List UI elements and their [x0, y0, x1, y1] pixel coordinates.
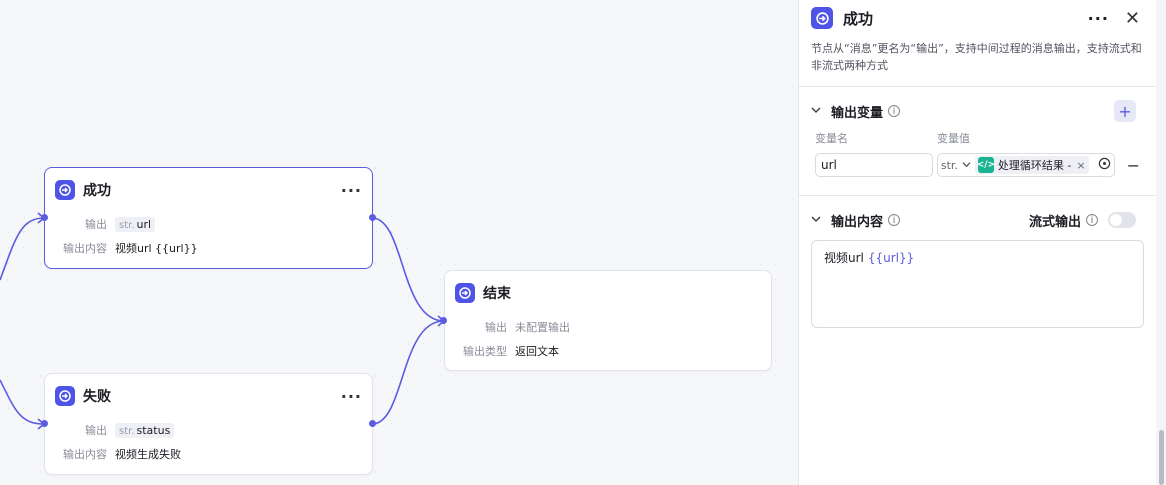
workflow-canvas[interactable]: 成功 ··· 输出 str. url 输出内容 视频url {{url}} 失败 …	[0, 0, 798, 485]
port-in-end[interactable]	[440, 317, 447, 324]
stream-output-toggle[interactable]	[1108, 212, 1136, 228]
variable-value-field[interactable]: str. </> 处理循环结果 - ×	[936, 153, 1115, 177]
close-icon[interactable]: ✕	[1125, 8, 1140, 29]
node-config-panel: 成功 ··· ✕ 节点从“消息”更名为“输出”，支持中间过程的消息输出，支持流式…	[798, 0, 1156, 485]
code-node-icon: </>	[977, 157, 995, 173]
node-content-row: 输出内容 视频生成失败	[45, 442, 372, 466]
edge-in-fail	[0, 379, 45, 425]
info-icon[interactable]: i	[888, 105, 901, 117]
var-name: url	[136, 217, 152, 231]
col-value-header: 变量值	[937, 132, 970, 145]
edge-success-end	[371, 217, 445, 322]
output-var-tag: str. url	[115, 216, 156, 232]
end-node-icon	[455, 283, 475, 303]
content-text: 视频url	[824, 251, 864, 265]
variable-reference-chip[interactable]: </> 处理循环结果 - ×	[974, 156, 1089, 174]
node-type-row: 输出类型 返回文本	[445, 339, 771, 363]
reference-label: 处理循环结果 -	[997, 159, 1072, 172]
column-headers: 变量名 变量值	[799, 127, 1156, 149]
type-label: str.	[119, 219, 135, 231]
content-variable[interactable]: {{url}}	[868, 251, 914, 265]
node-output-row: 输出 str. status	[45, 418, 372, 442]
content-value: 视频生成失败	[115, 448, 181, 461]
node-title: 成功	[83, 183, 111, 199]
type-value: 返回文本	[515, 345, 559, 358]
content-label: 输出内容	[63, 448, 107, 461]
stream-output-label: 流式输出	[1028, 214, 1081, 230]
node-content-row: 输出内容 视频url {{url}}	[45, 236, 372, 260]
variable-name-input[interactable]: url	[815, 153, 933, 177]
chevron-down-icon[interactable]	[811, 214, 821, 227]
type-label: 输出类型	[463, 345, 507, 358]
type-label: str.	[119, 425, 135, 437]
var-name: status	[136, 423, 171, 437]
divider	[799, 86, 1156, 87]
node-end[interactable]: 结束 输出 未配置输出 输出类型 返回文本	[444, 270, 772, 371]
chevron-down-icon[interactable]	[811, 105, 821, 118]
type-select[interactable]: str.	[941, 159, 958, 172]
output-var-tag: str. status	[115, 422, 175, 438]
output-node-icon	[811, 7, 833, 29]
more-icon[interactable]: ···	[341, 181, 362, 200]
remove-variable-button[interactable]: −	[1127, 156, 1140, 175]
node-title: 失败	[83, 389, 111, 405]
output-label: 输出	[85, 424, 107, 437]
target-icon[interactable]	[1098, 157, 1111, 173]
port-out-fail[interactable]	[369, 420, 376, 427]
panel-scrollbar[interactable]	[1156, 0, 1166, 485]
output-vars-header[interactable]: 输出变量 i +	[799, 97, 1156, 125]
output-node-icon	[55, 386, 75, 406]
port-out-success[interactable]	[369, 214, 376, 221]
panel-title[interactable]: 成功	[843, 8, 1088, 29]
chevron-down-icon[interactable]	[962, 158, 971, 172]
node-success[interactable]: 成功 ··· 输出 str. url 输出内容 视频url {{url}}	[44, 167, 373, 269]
content-label: 输出内容	[63, 242, 107, 255]
output-label: 输出	[485, 321, 507, 334]
section-title: 输出内容	[831, 214, 884, 230]
remove-reference-icon[interactable]: ×	[1076, 159, 1085, 172]
col-name-header: 变量名	[815, 132, 848, 145]
section-title: 输出变量	[831, 105, 884, 121]
node-fail[interactable]: 失败 ··· 输出 str. status 输出内容 视频生成失败	[44, 373, 373, 475]
node-output-row: 输出 str. url	[45, 212, 372, 236]
output-value: 未配置输出	[515, 321, 570, 334]
panel-description: 节点从“消息”更名为“输出”，支持中间过程的消息输出，支持流式和非流式两种方式	[811, 42, 1142, 72]
info-icon[interactable]: i	[1086, 214, 1098, 226]
output-content-editor[interactable]: 视频url {{url}}	[811, 240, 1144, 328]
add-variable-button[interactable]: +	[1114, 100, 1136, 122]
output-content-header[interactable]: 输出内容 i 流式输出 i	[799, 206, 1156, 234]
more-icon[interactable]: ···	[1088, 9, 1109, 28]
output-node-icon	[55, 180, 75, 200]
variable-row: url str. </> 处理循环结果 - × −	[799, 153, 1156, 177]
divider	[799, 195, 1156, 196]
edge-fail-end	[371, 320, 445, 425]
more-icon[interactable]: ···	[341, 387, 362, 406]
output-label: 输出	[85, 218, 107, 231]
content-value: 视频url {{url}}	[115, 242, 198, 255]
scrollbar-thumb[interactable]	[1159, 430, 1164, 485]
node-output-row: 输出 未配置输出	[445, 315, 771, 339]
port-in-success[interactable]	[41, 214, 48, 221]
edge-in-success	[0, 217, 45, 281]
info-icon[interactable]: i	[888, 214, 901, 226]
port-in-fail[interactable]	[41, 420, 48, 427]
node-title: 结束	[483, 286, 511, 302]
